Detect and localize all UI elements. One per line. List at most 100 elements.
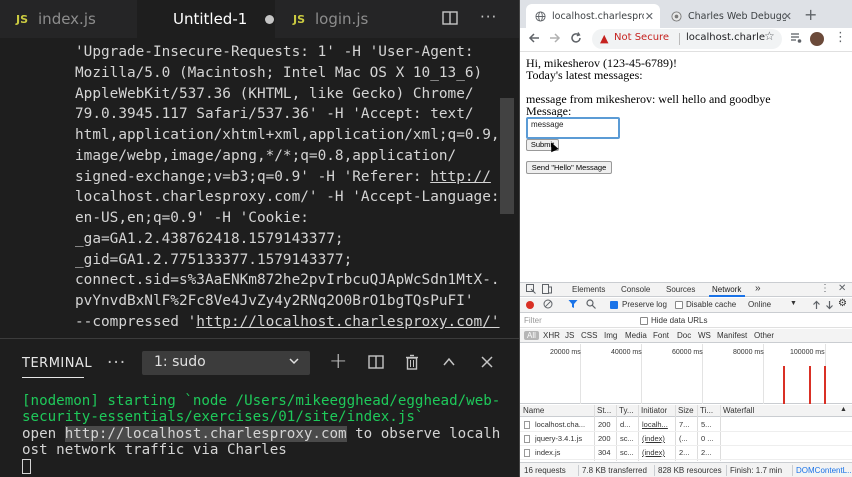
tab-index-js[interactable]: JS index.js (0, 0, 136, 38)
split-terminal-icon[interactable] (368, 354, 384, 375)
request-size: (... (679, 434, 688, 443)
search-icon[interactable] (586, 299, 596, 311)
column-header-name[interactable]: Name (523, 406, 544, 415)
type-font[interactable]: Font (653, 331, 669, 340)
reload-icon[interactable] (570, 31, 582, 49)
inspect-element-icon[interactable] (526, 284, 536, 296)
network-settings-icon[interactable]: ⚙ (838, 298, 847, 309)
terminal-tab[interactable]: TERMINAL (22, 356, 92, 371)
column-header-time[interactable]: Ti... (700, 406, 713, 415)
request-initiator[interactable]: localh... (642, 420, 668, 429)
preserve-log-checkbox[interactable] (610, 301, 618, 309)
code-link[interactable]: http://localhost.charlesproxy.com/' (196, 314, 499, 330)
code-line: 79.0.3945.117 Safari/537.36' -H 'Accept:… (75, 106, 474, 122)
close-panel-icon[interactable] (479, 354, 495, 375)
media-queue-icon[interactable] (790, 32, 802, 47)
message-textarea[interactable]: message (526, 117, 620, 139)
hide-data-urls-checkbox[interactable] (640, 317, 648, 325)
chrome-menu-icon[interactable]: ⋮ (834, 30, 847, 45)
forward-icon[interactable] (549, 31, 561, 49)
devtools-menu-icon[interactable]: ⋮ (820, 283, 830, 294)
network-overview-timeline[interactable]: 20000 ms 40000 ms 60000 ms 80000 ms 1000… (520, 344, 852, 404)
tab-network[interactable]: Network (712, 285, 741, 294)
terminal-shell-select[interactable]: 1: sudo (142, 351, 310, 375)
resources-size: 828 KB resources (658, 466, 722, 475)
new-terminal-icon[interactable]: + (329, 349, 347, 374)
export-har-icon[interactable] (825, 300, 834, 312)
unsaved-dot-icon[interactable] (265, 14, 275, 24)
new-tab-icon[interactable]: + (804, 5, 817, 24)
more-actions-icon[interactable]: ··· (480, 8, 497, 26)
browser-tab-localhost[interactable]: localhost.charlesproxy.c ✕ (526, 4, 660, 28)
table-row[interactable]: index.js 304 sc... (index) 2... 2... (520, 446, 852, 460)
record-icon[interactable] (526, 301, 534, 309)
request-initiator[interactable]: (index) (642, 448, 665, 457)
tab-sources[interactable]: Sources (666, 285, 695, 294)
close-tab-icon[interactable]: ✕ (645, 10, 654, 23)
url-text[interactable]: localhost.charle... (686, 32, 766, 43)
type-all[interactable]: All (524, 331, 539, 340)
column-header-size[interactable]: Size (678, 406, 694, 415)
table-row[interactable]: jquery-3.4.1.js 200 sc... (index) (... 0… (520, 432, 852, 446)
code-line: signed-exchange;v=b3;q=0.9' -H 'Referer:… (75, 167, 491, 187)
type-img[interactable]: Img (604, 331, 617, 340)
column-header-initiator[interactable]: Initiator (641, 406, 667, 415)
type-media[interactable]: Media (625, 331, 647, 340)
address-bar[interactable]: ▲ Not Secure localhost.charle... (592, 29, 782, 49)
security-status[interactable]: Not Secure (614, 32, 669, 43)
code-link[interactable]: http:// (430, 169, 491, 185)
code-area[interactable]: 'Upgrade-Insecure-Requests: 1' -H 'User-… (0, 38, 519, 338)
column-header-type[interactable]: Ty... (619, 406, 634, 415)
back-icon[interactable] (528, 31, 540, 49)
type-xhr[interactable]: XHR (543, 331, 560, 340)
type-other[interactable]: Other (754, 331, 774, 340)
filter-icon[interactable] (568, 299, 578, 311)
clear-icon[interactable] (543, 299, 553, 311)
trash-icon[interactable] (404, 354, 420, 375)
device-toolbar-icon[interactable] (542, 284, 552, 296)
column-header-status[interactable]: St... (597, 406, 611, 415)
split-editor-icon[interactable] (442, 10, 458, 30)
timeline-tick-label: 40000 ms (611, 349, 642, 356)
more-tabs-icon[interactable]: » (755, 283, 761, 294)
terminal-text: open (22, 426, 65, 442)
profile-avatar[interactable] (810, 32, 824, 46)
editor-scrollbar[interactable] (500, 98, 514, 214)
tab-login-js[interactable]: JS login.js (276, 0, 406, 38)
browser-tab-charles[interactable]: Charles Web Debugging ✕ (662, 4, 798, 28)
status-separator (578, 465, 579, 476)
send-hello-button[interactable]: Send "Hello" Message (526, 161, 612, 174)
network-request-table: Name St... Ty... Initiator Size Ti... Wa… (520, 405, 852, 461)
tab-console[interactable]: Console (621, 285, 650, 294)
timeline-tick-label: 100000 ms (790, 349, 825, 356)
code-line: localhost.charlesproxy.com/' -H 'Accept-… (75, 189, 500, 205)
terminal-line: ost network traffic via Charles (22, 442, 287, 458)
type-js[interactable]: JS (565, 331, 574, 340)
tab-elements[interactable]: Elements (572, 285, 605, 294)
terminal-link[interactable]: http://localhost.charlesproxy.com (64, 426, 347, 442)
close-tab-icon[interactable]: ✕ (783, 10, 792, 23)
chevron-up-icon[interactable] (441, 354, 457, 375)
type-ws[interactable]: WS (698, 331, 711, 340)
disable-cache-checkbox[interactable] (675, 301, 683, 309)
throttle-select[interactable]: Online (748, 300, 771, 309)
terminal-line: open http://localhost.charlesproxy.com t… (22, 426, 500, 442)
charles-logo-icon (670, 10, 682, 22)
type-doc[interactable]: Doc (677, 331, 691, 340)
browser-toolbar: ▲ Not Secure localhost.charle... ☆ ⋮ (520, 28, 852, 52)
type-manifest[interactable]: Manifest (717, 331, 747, 340)
request-time: 5... (701, 420, 712, 429)
column-header-waterfall[interactable]: Waterfall (723, 406, 754, 415)
js-file-icon: JS (293, 12, 306, 26)
devtools-panel: Elements Console Sources Network » ⋮ ✕ P… (520, 282, 852, 477)
type-css[interactable]: CSS (581, 331, 597, 340)
table-row[interactable]: localhost.cha... 200 d... localh... 7...… (520, 418, 852, 432)
terminal-more-icon[interactable]: ··· (107, 353, 126, 373)
filter-input[interactable]: Filter (524, 316, 542, 325)
terminal-line: [nodemon] starting `node /Users/mikeeggh… (22, 393, 501, 409)
bookmark-star-icon[interactable]: ☆ (764, 29, 775, 43)
tab-untitled-1[interactable]: Untitled-1 (137, 0, 275, 38)
import-har-icon[interactable] (812, 300, 821, 312)
request-initiator[interactable]: (index) (642, 434, 665, 443)
close-devtools-icon[interactable]: ✕ (838, 283, 846, 294)
